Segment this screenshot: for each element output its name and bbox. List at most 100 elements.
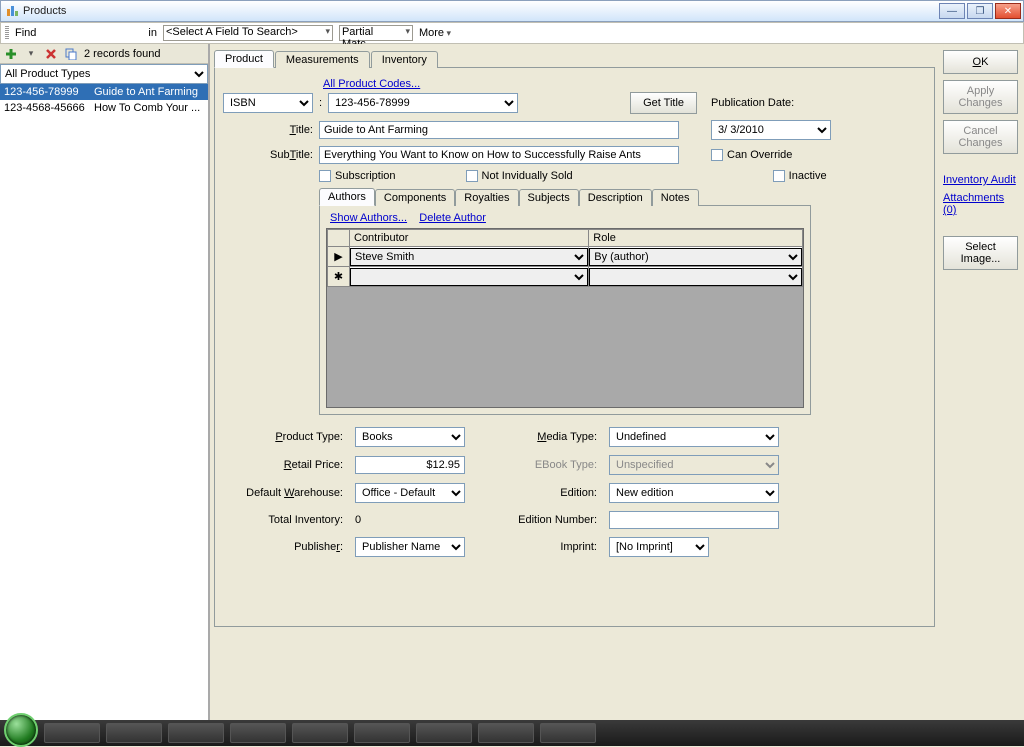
table-row[interactable]: ▶ Steve Smith By (author) (328, 247, 803, 267)
title-label: Title: (223, 124, 313, 136)
taskbar-item[interactable] (478, 723, 534, 743)
taskbar-item[interactable] (168, 723, 224, 743)
subtab-notes[interactable]: Notes (652, 189, 699, 206)
list-item[interactable]: 123-4568-45666 How To Comb Your ... (0, 100, 208, 116)
product-type-filter[interactable]: All Product Types (0, 64, 208, 84)
subtab-body: Show Authors... Delete Author Contributo… (319, 205, 811, 415)
subtabs: Authors Components Royalties Subjects De… (319, 188, 926, 206)
retail-price-label: Retail Price: (223, 459, 343, 471)
edition-number-label: Edition Number: (497, 514, 597, 526)
titlebar: Products — ❐ ✕ (0, 0, 1024, 22)
product-type-select[interactable]: Books (355, 427, 465, 447)
detail-panel: Product Measurements Inventory All Produ… (210, 44, 939, 720)
taskbar-item[interactable] (354, 723, 410, 743)
warehouse-label: Default Warehouse: (223, 487, 343, 499)
can-override-checkbox[interactable]: Can Override (711, 149, 792, 161)
attachments-link[interactable]: Attachments (0) (943, 192, 1020, 216)
row-selector-icon[interactable]: ▶ (328, 247, 350, 267)
subtab-components[interactable]: Components (375, 189, 455, 206)
id-type-select[interactable]: ISBN (223, 93, 313, 113)
contributor-cell[interactable]: Steve Smith (350, 248, 588, 266)
warehouse-select[interactable]: Office - Default (355, 483, 465, 503)
all-product-codes-link[interactable]: All Product Codes... (323, 78, 420, 90)
subtab-description[interactable]: Description (579, 189, 652, 206)
search-field-select[interactable]: <Select A Field To Search> (163, 25, 333, 41)
ok-button[interactable]: OK (943, 50, 1018, 74)
title-input[interactable] (319, 121, 679, 139)
total-inventory-label: Total Inventory: (223, 514, 343, 526)
in-label: in (148, 27, 157, 39)
inactive-checkbox[interactable]: Inactive (773, 170, 827, 182)
list-item[interactable]: 123-456-78999 Guide to Ant Farming (0, 84, 208, 100)
match-type-select[interactable]: Partial Matc (339, 25, 413, 41)
apply-changes-button[interactable]: Apply Changes (943, 80, 1018, 114)
subscription-checkbox[interactable]: Subscription (319, 170, 396, 182)
results-toolbar: ▾ 2 records found (0, 44, 208, 64)
inventory-audit-link[interactable]: Inventory Audit (943, 174, 1020, 186)
contributor-cell-new[interactable] (350, 268, 588, 286)
publisher-select[interactable]: Publisher Name (355, 537, 465, 557)
id-value-select[interactable]: 123-456-78999 (328, 93, 518, 113)
results-list: 123-456-78999 Guide to Ant Farming 123-4… (0, 84, 208, 720)
col-role[interactable]: Role (589, 230, 803, 247)
role-cell-new[interactable] (589, 268, 802, 286)
cancel-changes-button[interactable]: Cancel Changes (943, 120, 1018, 154)
results-panel: ▾ 2 records found All Product Types 123-… (0, 44, 210, 720)
publisher-label: Publisher: (223, 541, 343, 553)
subtitle-label: SubTitle: (223, 149, 313, 161)
media-type-select[interactable]: Undefined (609, 427, 779, 447)
edition-number-input[interactable] (609, 511, 779, 529)
imprint-select[interactable]: [No Imprint] (609, 537, 709, 557)
app-icon (5, 4, 19, 18)
select-image-button[interactable]: Select Image... (943, 236, 1018, 270)
not-individually-sold-checkbox[interactable]: Not Invidually Sold (466, 170, 573, 182)
show-authors-link[interactable]: Show Authors... (330, 212, 407, 224)
retail-price-input[interactable] (355, 456, 465, 474)
delete-icon[interactable] (44, 47, 58, 61)
taskbar-item[interactable] (292, 723, 348, 743)
taskbar-item[interactable] (540, 723, 596, 743)
tab-measurements[interactable]: Measurements (275, 51, 370, 68)
maximize-button[interactable]: ❐ (967, 3, 993, 19)
records-count: 2 records found (84, 48, 160, 60)
subtitle-input[interactable] (319, 146, 679, 164)
taskbar-item[interactable] (106, 723, 162, 743)
subtab-authors[interactable]: Authors (319, 188, 375, 206)
subtab-subjects[interactable]: Subjects (519, 189, 579, 206)
delete-author-link[interactable]: Delete Author (419, 212, 486, 224)
taskbar-item[interactable] (44, 723, 100, 743)
media-type-label: Media Type: (497, 431, 597, 443)
close-button[interactable]: ✕ (995, 3, 1021, 19)
find-label: Find (15, 27, 36, 39)
action-sidebar: OK Apply Changes Cancel Changes Inventor… (939, 44, 1024, 720)
tab-inventory[interactable]: Inventory (371, 51, 438, 68)
taskbar-item[interactable] (230, 723, 286, 743)
ebook-type-label: EBook Type: (497, 459, 597, 471)
toolbar-grip (5, 26, 9, 40)
chevron-down-icon[interactable]: ▾ (24, 47, 38, 61)
pub-date-label: Publication Date: (711, 97, 794, 109)
pub-date-input[interactable]: 3/ 3/2010 (711, 120, 831, 140)
col-contributor[interactable]: Contributor (350, 230, 589, 247)
table-row-new[interactable]: ✱ (328, 267, 803, 287)
tab-product[interactable]: Product (214, 50, 274, 68)
edition-select[interactable]: New edition (609, 483, 779, 503)
ebook-type-select: Unspecified (609, 455, 779, 475)
minimize-button[interactable]: — (939, 3, 965, 19)
taskbar-item[interactable] (416, 723, 472, 743)
add-icon[interactable] (4, 47, 18, 61)
imprint-label: Imprint: (497, 541, 597, 553)
more-menu[interactable]: More (419, 27, 451, 39)
copy-icon[interactable] (64, 47, 78, 61)
role-cell[interactable]: By (author) (589, 248, 802, 266)
edition-label: Edition: (497, 487, 597, 499)
new-row-icon[interactable]: ✱ (328, 267, 350, 287)
find-input[interactable] (42, 27, 142, 39)
tab-body: All Product Codes... ISBN : 123-456-7899… (214, 67, 935, 627)
product-type-label: Product Type: (223, 431, 343, 443)
subtab-royalties[interactable]: Royalties (455, 189, 518, 206)
get-title-button[interactable]: Get Title (630, 92, 697, 114)
authors-grid: Contributor Role ▶ Steve Smith By (autho… (326, 228, 804, 408)
total-inventory-value: 0 (355, 514, 485, 526)
start-button[interactable] (4, 713, 38, 747)
